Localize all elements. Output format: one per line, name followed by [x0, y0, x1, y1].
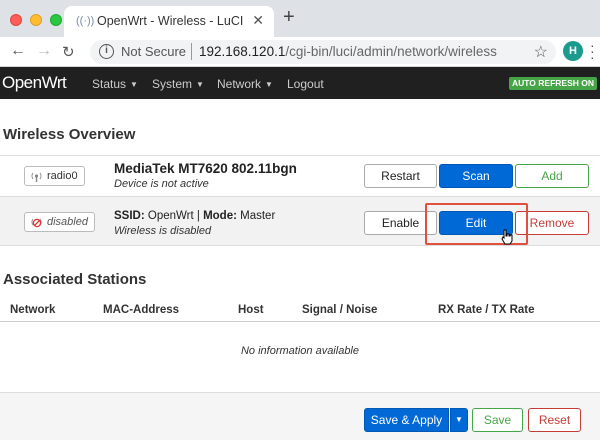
associated-stations-heading: Associated Stations	[3, 271, 147, 288]
omnibox-separator	[191, 43, 192, 60]
radio-badge: radio0	[24, 166, 85, 186]
radio-device-status: Device is not active	[114, 178, 209, 190]
brand-logo[interactable]: OpenWrt	[2, 73, 67, 93]
radio-badge-label: radio0	[47, 170, 78, 182]
info-icon[interactable]: i	[99, 44, 114, 59]
menu-status[interactable]: Status ▼	[92, 77, 138, 91]
col-network: Network	[10, 304, 56, 316]
reset-button[interactable]: Reset	[528, 408, 581, 432]
network-badge-label: disabled	[47, 216, 88, 228]
page-actions-footer: Save & Apply ▼ Save Reset	[0, 392, 600, 440]
menu-system-label: System	[152, 77, 193, 91]
ssid-label: SSID:	[114, 210, 145, 222]
tab-close-icon[interactable]: ✕	[252, 12, 264, 29]
col-mac-address: MAC-Address	[103, 304, 180, 316]
save-button[interactable]: Save	[472, 408, 523, 432]
col-signal-noise: Signal / Noise	[302, 304, 378, 316]
stations-table-header: Network MAC-Address Host Signal / Noise …	[0, 300, 600, 322]
wifi-disabled-icon	[31, 218, 42, 228]
wireless-overview-heading: Wireless Overview	[3, 126, 136, 143]
menu-status-label: Status	[92, 77, 127, 91]
save-apply-button[interactable]: Save & Apply	[364, 408, 449, 432]
add-button[interactable]: Add	[515, 164, 589, 188]
wireless-favicon-icon: ((·))	[76, 15, 95, 27]
address-bar-row: ← → ↻ i Not Secure 192.168.120.1/cgi-bin…	[0, 37, 600, 67]
window-maximize-button[interactable]	[50, 14, 62, 26]
col-host: Host	[238, 304, 264, 316]
scan-button[interactable]: Scan	[439, 164, 513, 188]
wifi-radio-icon	[31, 172, 42, 182]
menu-network[interactable]: Network ▼	[217, 77, 273, 91]
menu-network-label: Network	[217, 77, 262, 91]
ssid-value: OpenWrt	[147, 210, 194, 222]
caret-down-icon: ▼	[196, 80, 204, 89]
hand-cursor-icon	[501, 229, 513, 245]
radio-device-name: MediaTek MT7620 802.11bgn	[114, 161, 297, 176]
browser-tab-bar: ((·)) OpenWrt - Wireless - LuCI ✕ +	[0, 0, 600, 37]
security-label: Not Secure	[121, 44, 187, 59]
network-status: Wireless is disabled	[114, 225, 212, 237]
tab-title: OpenWrt - Wireless - LuCI	[97, 14, 244, 28]
back-arrow-icon[interactable]: ←	[10, 42, 26, 60]
mode-label: Mode:	[203, 210, 237, 222]
profile-avatar[interactable]: H	[563, 41, 583, 61]
forward-arrow-icon[interactable]: →	[36, 42, 52, 60]
browser-tab[interactable]: ((·)) OpenWrt - Wireless - LuCI ✕	[64, 6, 274, 37]
radio-row: radio0 MediaTek MT7620 802.11bgn Device …	[0, 155, 600, 195]
url-text[interactable]: 192.168.120.1/cgi-bin/luci/admin/network…	[199, 44, 497, 59]
menu-logout[interactable]: Logout	[287, 77, 324, 91]
window-close-button[interactable]	[10, 14, 22, 26]
bookmark-star-icon[interactable]: ☆	[534, 42, 548, 62]
menu-system[interactable]: System ▼	[152, 77, 204, 91]
openwrt-navbar: OpenWrt Status ▼ System ▼ Network ▼ Logout …	[0, 67, 600, 99]
url-omnibox[interactable]: i Not Secure 192.168.120.1/cgi-bin/luci/…	[90, 40, 556, 64]
url-host: 192.168.120.1	[199, 44, 286, 59]
mode-value: Master	[240, 210, 276, 222]
save-apply-dropdown-icon[interactable]: ▼	[450, 408, 468, 432]
stations-empty-message: No information available	[240, 345, 359, 357]
reload-icon[interactable]: ↻	[62, 43, 75, 61]
window-minimize-button[interactable]	[30, 14, 42, 26]
new-tab-button[interactable]: +	[283, 6, 295, 29]
network-ssid-mode: SSID: OpenWrt | Mode: Master	[114, 210, 276, 222]
browser-menu-icon[interactable]: · · ·	[590, 38, 596, 64]
url-path: /cgi-bin/luci/admin/network/wireless	[285, 44, 497, 59]
network-badge: disabled	[24, 212, 95, 232]
col-rx-tx-rate: RX Rate / TX Rate	[438, 304, 535, 316]
auto-refresh-badge[interactable]: AUTO REFRESH ON	[508, 77, 597, 90]
restart-button[interactable]: Restart	[364, 164, 437, 188]
caret-down-icon: ▼	[130, 80, 138, 89]
caret-down-icon: ▼	[265, 80, 273, 89]
